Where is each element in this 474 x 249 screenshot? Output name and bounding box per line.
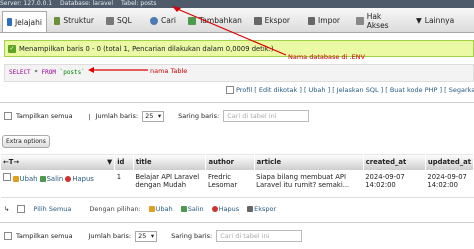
annotation-arrows [88,6,287,73]
database-arrow-head [172,6,181,12]
database-arrow [174,7,287,56]
table-arrow-head [88,67,94,73]
